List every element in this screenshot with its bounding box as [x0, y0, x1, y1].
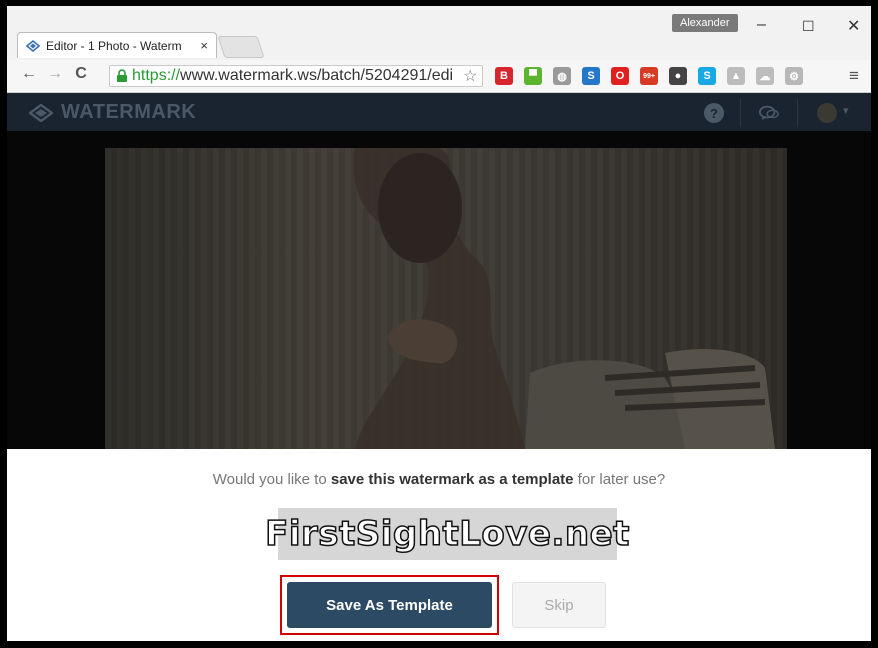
header-divider-2 [797, 99, 798, 127]
avatar[interactable] [817, 103, 837, 123]
watermark-logo[interactable]: WATERMARK [29, 101, 196, 124]
logo-text: WATERMARK [61, 101, 197, 123]
maximize-icon[interactable]: ☐ [802, 18, 815, 35]
help-icon[interactable]: ? [704, 103, 724, 123]
question-suffix: for later use? [573, 471, 666, 488]
save-as-template-button[interactable]: Save As Template [287, 582, 492, 628]
new-tab-button[interactable] [217, 36, 265, 58]
save-template-question: Would you like to save this watermark as… [7, 471, 871, 488]
header-divider [740, 99, 741, 127]
red-badge-99-icon[interactable]: 99+ [640, 67, 658, 85]
title-bar: Editor - 1 Photo - Waterm × Alexander – … [7, 6, 871, 60]
avatar-caret-icon[interactable]: ▾ [843, 104, 849, 117]
watermark-logo-icon [29, 103, 53, 122]
photo-image [353, 148, 775, 449]
browser-window: Editor - 1 Photo - Waterm × Alexander – … [7, 6, 871, 641]
lock-icon [116, 69, 128, 83]
skip-button[interactable]: Skip [512, 582, 606, 628]
question-bold: save this watermark as a template [330, 471, 574, 488]
app-header: WATERMARK ? ▾ [7, 93, 871, 131]
minimize-icon[interactable]: – [757, 16, 766, 34]
address-bar[interactable]: https:// www.watermark.ws/batch/5204291/… [109, 65, 483, 87]
url-scheme: https:// [132, 67, 181, 84]
skype-icon[interactable]: S [698, 67, 716, 85]
bookmark-star-icon[interactable]: ☆ [463, 66, 477, 86]
watermark-favicon-icon [26, 39, 40, 53]
profile-button[interactable]: Alexander [672, 14, 738, 32]
close-window-icon[interactable]: ✕ [847, 16, 860, 36]
tab-close-icon[interactable]: × [200, 38, 208, 53]
tab-title: Editor - 1 Photo - Waterm [46, 38, 182, 53]
chat-icon[interactable] [759, 103, 779, 123]
url-text: www.watermark.ws/batch/5204291/edi [180, 67, 454, 84]
question-prefix: Would you like to [212, 471, 331, 488]
photo-stage [7, 131, 871, 449]
back-icon[interactable]: ← [17, 65, 41, 83]
photo-preview [105, 148, 787, 449]
dark-globe-icon[interactable]: ● [669, 67, 687, 85]
browser-tab[interactable]: Editor - 1 Photo - Waterm × [17, 32, 217, 58]
menu-icon[interactable]: ≡ [849, 66, 859, 86]
green-robot-icon[interactable]: ▀ [524, 67, 542, 85]
cloud-icon[interactable]: ☁ [756, 67, 774, 85]
settings-ext-icon[interactable]: ⚙ [785, 67, 803, 85]
watermark-preview-text: FirstSightLove.net [264, 513, 630, 555]
watermark-preview: FirstSightLove.net [264, 508, 630, 560]
b-extension-icon[interactable]: B [495, 67, 513, 85]
forward-icon[interactable]: → [43, 65, 67, 83]
opera-badge-icon[interactable]: O [611, 67, 629, 85]
drive-icon[interactable]: ▲ [727, 67, 745, 85]
browser-toolbar: ← → C https:// www.watermark.ws/batch/52… [7, 60, 871, 93]
globe-icon[interactable]: ◍ [553, 67, 571, 85]
reload-icon[interactable]: C [69, 65, 93, 83]
save-template-dialog: Would you like to save this watermark as… [7, 449, 871, 641]
s-extension-icon[interactable]: S [582, 67, 600, 85]
